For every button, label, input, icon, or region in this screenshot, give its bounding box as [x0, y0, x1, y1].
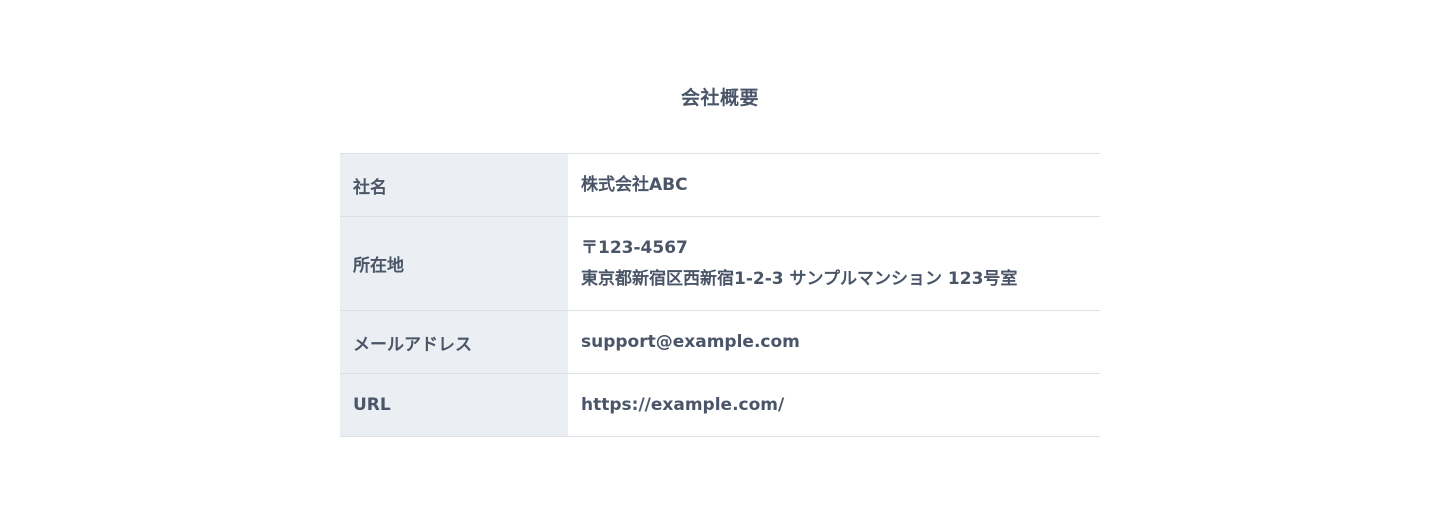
company-overview-page: 会社概要 社名 株式会社ABC 所在地 〒123-4567 東京都新宿区西新宿1…: [0, 0, 1440, 520]
table-row-company-name: 社名 株式会社ABC: [340, 153, 1100, 217]
table-row-url: URL https://example.com/: [340, 373, 1100, 437]
street-address: 東京都新宿区西新宿1-2-3 サンプルマンション 123号室: [581, 268, 1018, 289]
table-row-email: メールアドレス support@example.com: [340, 310, 1100, 374]
section-title: 会社概要: [680, 87, 759, 109]
row-value-address: 〒123-4567 東京都新宿区西新宿1-2-3 サンプルマンション 123号室: [568, 216, 1100, 311]
row-value-url: https://example.com/: [568, 373, 1100, 437]
table-row-address: 所在地 〒123-4567 東京都新宿区西新宿1-2-3 サンプルマンション 1…: [340, 216, 1100, 311]
row-label-company-name: 社名: [340, 153, 568, 217]
row-value-company-name: 株式会社ABC: [568, 153, 1100, 217]
row-label-email: メールアドレス: [340, 310, 568, 374]
company-info-table: 社名 株式会社ABC 所在地 〒123-4567 東京都新宿区西新宿1-2-3 …: [340, 153, 1100, 437]
row-value-email: support@example.com: [568, 310, 1100, 374]
row-label-url: URL: [340, 373, 568, 437]
row-label-address: 所在地: [340, 216, 568, 311]
postal-code: 〒123-4567: [581, 237, 688, 258]
